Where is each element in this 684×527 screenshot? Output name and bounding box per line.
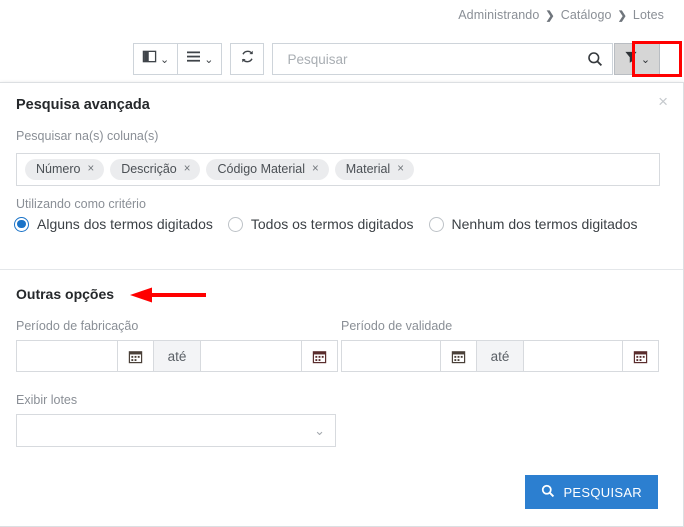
other-options-title: Outras opções — [16, 286, 115, 302]
list-icon — [186, 50, 201, 68]
calendar-icon[interactable] — [117, 341, 153, 371]
breadcrumb-separator: ❯ — [545, 9, 555, 22]
validade-from-input[interactable] — [342, 341, 440, 371]
panel-title: Pesquisa avançada — [16, 97, 150, 113]
filter-button[interactable]: ⌄ — [614, 43, 660, 75]
search-icon[interactable] — [578, 51, 612, 67]
calendar-icon[interactable] — [622, 341, 658, 371]
date-range-separator: até — [476, 341, 524, 371]
radio-label: Todos os termos digitados — [250, 216, 414, 232]
radio-indicator — [428, 216, 444, 232]
chip-numero[interactable]: Número × — [25, 159, 105, 180]
date-range-inputs: até — [341, 340, 659, 372]
radio-todos-os-termos[interactable]: Todos os termos digitados — [227, 216, 414, 232]
criteria-label: Utilizando como critério — [16, 197, 146, 211]
section-divider — [0, 269, 684, 270]
breadcrumb: Administrando ❯ Catálogo ❯ Lotes — [458, 8, 664, 22]
filter-icon — [624, 50, 638, 69]
app-screen: Administrando ❯ Catálogo ❯ Lotes ⌄ ⌄ Pes… — [0, 0, 684, 527]
annotation-arrow — [128, 286, 208, 309]
chip-label: Código Material — [217, 162, 306, 176]
fabricacao-from-input[interactable] — [17, 341, 117, 371]
fabricacao-to-input[interactable] — [201, 341, 301, 371]
display-lots-label: Exibir lotes — [16, 393, 78, 407]
toolbar: ⌄ ⌄ Pesquisar ⌄ — [133, 43, 660, 75]
chip-label: Número — [36, 162, 81, 176]
chip-material[interactable]: Material × — [334, 159, 414, 180]
chip-label: Descrição — [121, 162, 177, 176]
radio-indicator — [227, 216, 243, 232]
chip-descricao[interactable]: Descrição × — [110, 159, 201, 180]
date-range-label: Período de fabricação — [16, 319, 139, 333]
refresh-button[interactable] — [230, 43, 265, 75]
chip-remove-icon[interactable]: × — [184, 163, 191, 175]
list-button[interactable]: ⌄ — [178, 43, 223, 75]
validade-to-input[interactable] — [524, 341, 622, 371]
breadcrumb-item-administrando[interactable]: Administrando — [458, 8, 539, 22]
columns-button[interactable]: ⌄ — [133, 43, 179, 75]
date-range-separator: até — [153, 341, 201, 371]
search-submit-button[interactable]: PESQUISAR — [525, 475, 658, 509]
display-lots-select[interactable]: ⌄ — [16, 414, 336, 447]
date-range-validade: Período de validade até — [341, 319, 659, 372]
chip-codigo-material[interactable]: Código Material × — [206, 159, 329, 180]
close-icon[interactable]: × — [658, 93, 668, 110]
chip-remove-icon[interactable]: × — [312, 163, 319, 175]
columns-chips-field[interactable]: Número × Descrição × Código Material × M… — [16, 153, 660, 186]
chip-remove-icon[interactable]: × — [397, 163, 404, 175]
radio-nenhum-dos-termos[interactable]: Nenhum dos termos digitados — [428, 216, 638, 232]
date-range-fabricacao: Período de fabricação até — [16, 319, 338, 372]
columns-field-label: Pesquisar na(s) coluna(s) — [16, 129, 159, 143]
calendar-icon[interactable] — [440, 341, 476, 371]
breadcrumb-item-lotes[interactable]: Lotes — [633, 8, 664, 22]
radio-label: Alguns dos termos digitados — [37, 216, 213, 232]
chip-remove-icon[interactable]: × — [87, 163, 94, 175]
criteria-radio-group: Alguns dos termos digitados Todos os ter… — [14, 216, 670, 232]
search-icon — [541, 484, 555, 501]
toolbar-view-group: ⌄ ⌄ — [133, 43, 223, 75]
calendar-icon[interactable] — [301, 341, 337, 371]
columns-icon — [142, 49, 157, 69]
display-lots-field: Exibir lotes ⌄ — [16, 393, 336, 447]
search-field[interactable] — [272, 43, 613, 75]
search-submit-label: PESQUISAR — [563, 484, 642, 500]
breadcrumb-item-catalogo[interactable]: Catálogo — [561, 8, 612, 22]
radio-indicator — [14, 216, 29, 232]
chevron-down-icon: ⌄ — [640, 53, 651, 66]
search-input[interactable] — [285, 50, 578, 68]
radio-alguns-dos-termos[interactable]: Alguns dos termos digitados — [14, 216, 213, 232]
breadcrumb-separator: ❯ — [617, 9, 627, 22]
date-range-label: Período de validade — [341, 319, 453, 333]
advanced-search-panel: Pesquisa avançada × Pesquisar na(s) colu… — [0, 82, 684, 527]
refresh-icon — [240, 49, 255, 69]
chevron-down-icon: ⌄ — [160, 53, 170, 66]
chevron-down-icon: ⌄ — [204, 53, 214, 66]
chevron-down-icon: ⌄ — [314, 422, 325, 438]
chip-label: Material — [345, 162, 391, 176]
radio-label: Nenhum dos termos digitados — [451, 216, 638, 232]
date-range-inputs: até — [16, 340, 338, 372]
